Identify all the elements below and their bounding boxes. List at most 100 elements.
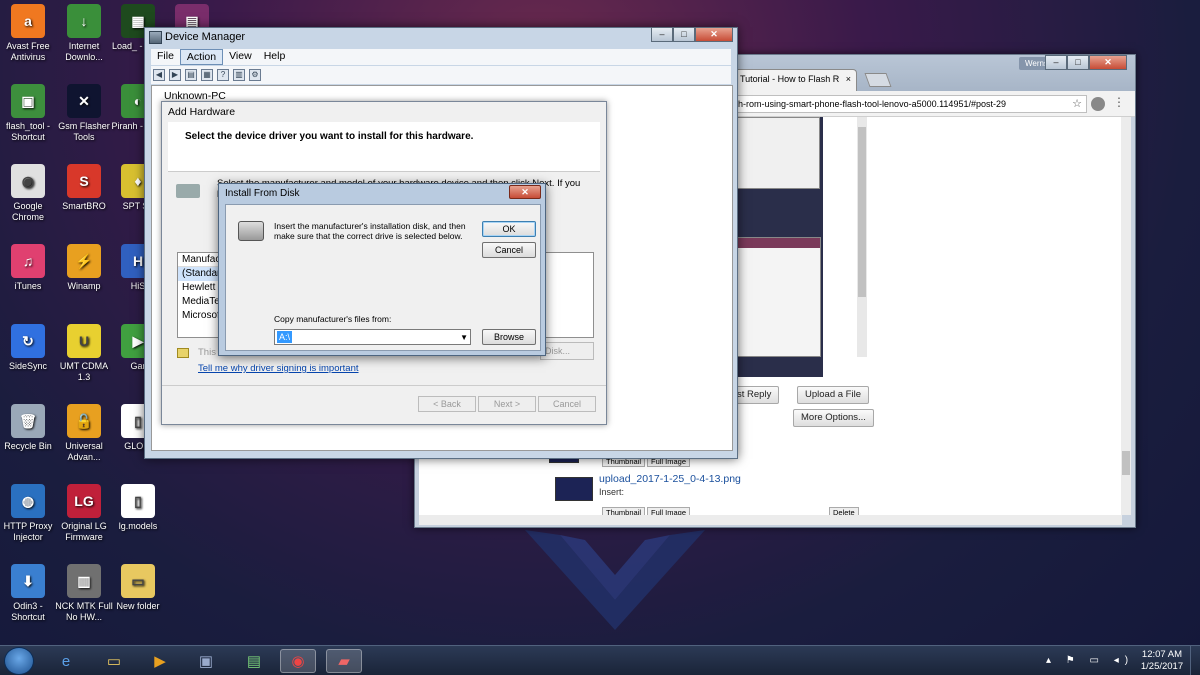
install-from-disk-dialog[interactable]: Install From Disk ✕ Insert the manufactu… bbox=[218, 183, 546, 356]
close-button[interactable]: ✕ bbox=[1089, 55, 1127, 70]
menu-file[interactable]: File bbox=[151, 49, 180, 65]
desktop-icon[interactable]: ▯ lg.models bbox=[107, 484, 169, 532]
help-icon[interactable]: ? bbox=[217, 69, 229, 81]
page-scrollbar[interactable] bbox=[1121, 117, 1131, 515]
desktop-icon-label: Gsm Flasher Tools bbox=[58, 121, 110, 142]
menu-bar: File Action View Help bbox=[151, 49, 731, 65]
menu-action[interactable]: Action bbox=[179, 49, 224, 65]
desktop-icon[interactable]: 🔓 Universal Advan... bbox=[53, 404, 115, 463]
recycle-bin-icon: 🗑 bbox=[11, 404, 45, 438]
more-options-button[interactable]: More Options... bbox=[793, 409, 874, 427]
back-icon[interactable]: ◀ bbox=[153, 69, 165, 81]
nck-icon: ▥ bbox=[67, 564, 101, 598]
tab-close-icon[interactable]: × bbox=[846, 74, 851, 84]
close-button[interactable]: ✕ bbox=[695, 27, 733, 42]
clock[interactable]: 12:07 AM 1/25/2017 bbox=[1138, 649, 1186, 673]
desktop-icon[interactable]: ↻ SideSync bbox=[0, 324, 59, 372]
show-hide-icon[interactable]: ▤ bbox=[185, 69, 197, 81]
desktop-icon[interactable]: ◉ Google Chrome bbox=[0, 164, 59, 223]
desktop-icon[interactable]: ⚡ Winamp bbox=[53, 244, 115, 292]
desktop-icon[interactable]: ✕ Gsm Flasher Tools bbox=[53, 84, 115, 143]
chevron-down-icon[interactable]: ▼ bbox=[460, 331, 468, 345]
winamp-icon: ⚡ bbox=[67, 244, 101, 278]
desktop-icon[interactable]: ▥ NCK MTK Full No HW... bbox=[53, 564, 115, 623]
next-button[interactable]: Next > bbox=[478, 396, 536, 412]
desktop-icon[interactable]: ◍ HTTP Proxy Injector bbox=[0, 484, 59, 543]
driver-signing-link[interactable]: Tell me why driver signing is important bbox=[198, 363, 359, 374]
device-manager-taskbar-icon[interactable]: ▤ bbox=[236, 649, 272, 673]
sidesync-icon: ↻ bbox=[11, 324, 45, 358]
new-tab-button[interactable] bbox=[864, 73, 892, 87]
hardware-icon bbox=[176, 184, 200, 198]
cancel-button[interactable]: Cancel bbox=[538, 396, 596, 412]
desktop-icon-label: SmartBRO bbox=[62, 201, 106, 211]
properties-icon[interactable]: ▦ bbox=[201, 69, 213, 81]
browse-button[interactable]: Browse bbox=[482, 329, 536, 345]
desktop-icon-label: Universal Advan... bbox=[65, 441, 103, 462]
desktop-icon[interactable]: ▣ flash_tool - Shortcut bbox=[0, 84, 59, 143]
file-explorer-icon[interactable]: ▭ bbox=[96, 649, 132, 673]
wallpaper-emblem bbox=[525, 530, 705, 630]
desktop-icon-label: SideSync bbox=[8, 361, 48, 371]
ok-button[interactable]: OK bbox=[482, 221, 536, 237]
desktop-icon[interactable]: ↓ Internet Downlo... bbox=[53, 4, 115, 63]
close-button[interactable]: ✕ bbox=[509, 185, 541, 199]
attachment-filename[interactable]: upload_2017-1-25_0-4-13.png bbox=[599, 473, 741, 485]
clock-date: 1/25/2017 bbox=[1140, 661, 1184, 672]
source-path-combobox[interactable]: A:\ ▼ bbox=[274, 329, 471, 345]
resources-icon[interactable]: ▥ bbox=[233, 69, 245, 81]
window-title: Device Manager bbox=[165, 31, 246, 43]
minimize-button[interactable]: – bbox=[651, 27, 673, 42]
start-button[interactable] bbox=[4, 647, 34, 675]
chrome-taskbar-icon[interactable]: ◉ bbox=[280, 649, 316, 673]
desktop-icon[interactable]: 🗑 Recycle Bin bbox=[0, 404, 59, 452]
forward-icon[interactable]: ▶ bbox=[169, 69, 181, 81]
chrome-menu-icon[interactable]: ⋮ bbox=[1113, 95, 1125, 109]
system-tray[interactable]: ▴ ⚑ ▭ ◂) bbox=[1046, 655, 1134, 666]
desktop-icon[interactable]: ♫ iTunes bbox=[0, 244, 59, 292]
inner-scrollbar[interactable] bbox=[857, 117, 867, 357]
tab-title: Tutorial - How to Flash R bbox=[740, 74, 840, 84]
url-text: h-rom-using-smart-phone-flash-tool-lenov… bbox=[738, 99, 1006, 109]
extension-icon[interactable] bbox=[1091, 97, 1105, 111]
proxy-icon: ◍ bbox=[11, 484, 45, 518]
desktop-icon-label: iTunes bbox=[14, 281, 42, 291]
have-disk-button[interactable]: Disk... bbox=[540, 342, 594, 360]
show-desktop-button[interactable] bbox=[1190, 646, 1200, 675]
desktop-icon[interactable]: U UMT CDMA 1.3 bbox=[53, 324, 115, 383]
wizard-header: Select the device driver you want to ins… bbox=[168, 122, 600, 172]
insert-label: Insert: bbox=[599, 487, 625, 497]
network-icon[interactable]: ▣ bbox=[188, 649, 224, 673]
umt-icon: U bbox=[67, 324, 101, 358]
desktop-icon[interactable]: a Avast Free Antivirus bbox=[0, 4, 59, 63]
desktop-icon[interactable]: ▭ New folder bbox=[107, 564, 169, 612]
upload-file-button[interactable]: Upload a File bbox=[797, 386, 869, 404]
add-hardware-taskbar-icon[interactable]: ▰ bbox=[326, 649, 362, 673]
internet-explorer-icon[interactable]: e bbox=[48, 649, 84, 673]
desktop-icon-label: New folder bbox=[116, 601, 160, 611]
menu-help[interactable]: Help bbox=[258, 49, 292, 65]
maximize-button[interactable]: □ bbox=[673, 27, 695, 42]
cancel-button[interactable]: Cancel bbox=[482, 242, 536, 258]
bookmark-star-icon[interactable]: ☆ bbox=[1072, 96, 1082, 112]
desktop-icon-label: Avast Free Antivirus bbox=[6, 41, 50, 62]
lg-icon: LG bbox=[67, 484, 101, 518]
desktop-icon[interactable]: ⬇ Odin3 - Shortcut bbox=[0, 564, 59, 623]
divider bbox=[162, 385, 606, 386]
delete-button[interactable]: Delete bbox=[829, 507, 859, 515]
instruction-text: Insert the manufacturer's installation d… bbox=[274, 221, 466, 241]
model-list[interactable] bbox=[540, 252, 594, 338]
chrome-tab[interactable]: Tutorial - How to Flash R × bbox=[733, 69, 857, 91]
scan-hardware-icon[interactable]: ⚙ bbox=[249, 69, 261, 81]
desktop-icon[interactable]: S SmartBRO bbox=[53, 164, 115, 212]
horizontal-scrollbar[interactable] bbox=[419, 515, 1122, 525]
maximize-button[interactable]: □ bbox=[1067, 55, 1089, 70]
desktop-icon[interactable]: LG Original LG Firmware bbox=[53, 484, 115, 543]
back-button[interactable]: < Back bbox=[418, 396, 476, 412]
address-bar[interactable]: h-rom-using-smart-phone-flash-tool-lenov… bbox=[733, 95, 1087, 113]
menu-view[interactable]: View bbox=[223, 49, 258, 65]
full-image-button[interactable]: Full Image bbox=[647, 507, 691, 515]
media-player-icon[interactable]: ▶ bbox=[142, 649, 178, 673]
thumbnail-button[interactable]: Thumbnail bbox=[602, 507, 646, 515]
minimize-button[interactable]: – bbox=[1045, 55, 1067, 70]
